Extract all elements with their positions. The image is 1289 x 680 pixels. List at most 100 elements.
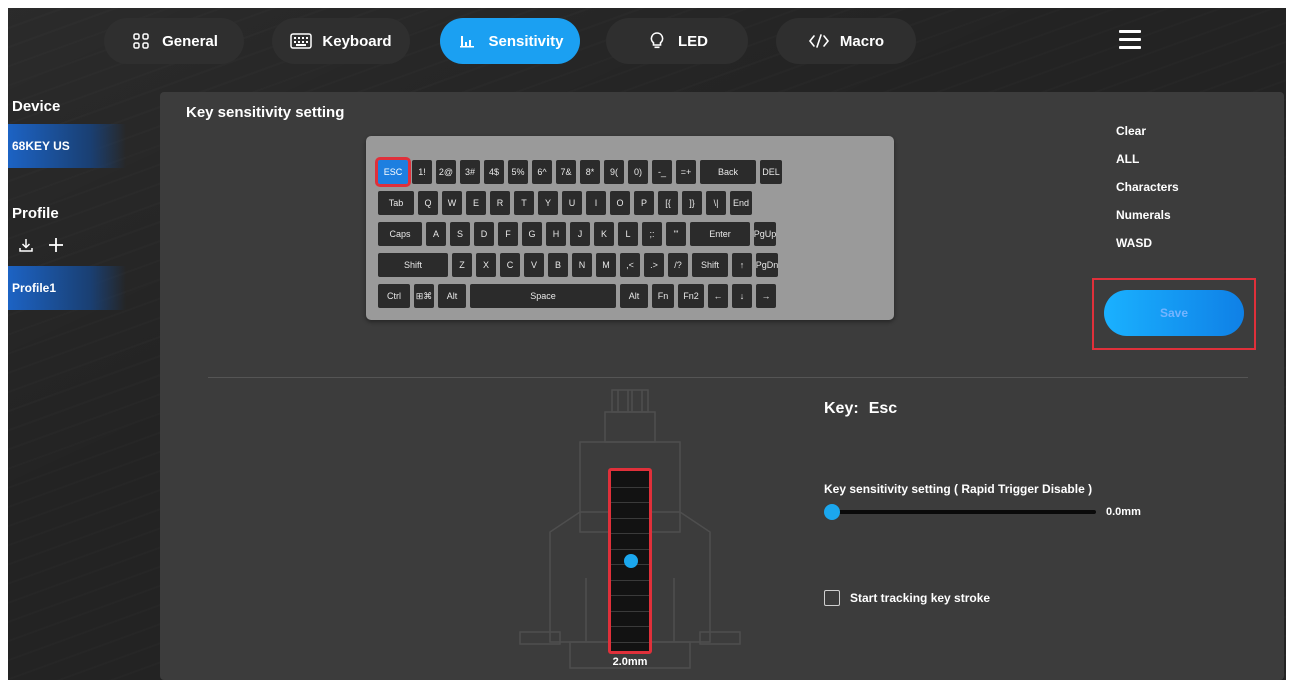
key-1-0[interactable]: Tab (378, 191, 414, 215)
key-0-3[interactable]: 3# (460, 160, 480, 184)
keyboard-layout: ESC 1! 2@ 3# 4$ 5% 6^ 7& 8* 9(0) -_ =+ Back DEL Tab Q W… (366, 136, 894, 320)
key-2-10[interactable]: ;: (642, 222, 662, 246)
sensitivity-slider[interactable] (824, 504, 1100, 520)
tracking-checkbox[interactable] (824, 590, 840, 606)
key-3-4[interactable]: V (524, 253, 544, 277)
key-0-5[interactable]: 5% (508, 160, 528, 184)
key-0-10[interactable]: 0) (628, 160, 648, 184)
key-3-12[interactable]: ↑ (732, 253, 752, 277)
key-1-2[interactable]: W (442, 191, 462, 215)
key-travel-track[interactable] (608, 468, 652, 654)
key-1-11[interactable]: [{ (658, 191, 678, 215)
key-3-8[interactable]: ,< (620, 253, 640, 277)
track-tick (611, 502, 649, 503)
key-3-0[interactable]: Shift (378, 253, 448, 277)
option-all[interactable]: ALL (1116, 150, 1179, 178)
tab-general[interactable]: General (104, 18, 244, 64)
hamburger-menu-icon[interactable] (1119, 30, 1141, 50)
key-3-9[interactable]: .> (644, 253, 664, 277)
key-0-4[interactable]: 4$ (484, 160, 504, 184)
key-2-11[interactable]: '" (666, 222, 686, 246)
key-2-2[interactable]: S (450, 222, 470, 246)
key-3-2[interactable]: X (476, 253, 496, 277)
key-3-11[interactable]: Shift (692, 253, 728, 277)
key-1-1[interactable]: Q (418, 191, 438, 215)
key-1-3[interactable]: E (466, 191, 486, 215)
key-4-2[interactable]: Alt (438, 284, 466, 308)
key-0-8[interactable]: 8* (580, 160, 600, 184)
profile-item-profile1[interactable]: Profile1 (8, 266, 126, 310)
key-1-12[interactable]: ]} (682, 191, 702, 215)
key-4-8[interactable]: ↓ (732, 284, 752, 308)
key-1-7[interactable]: U (562, 191, 582, 215)
key-2-5[interactable]: G (522, 222, 542, 246)
key-4-5[interactable]: Fn (652, 284, 674, 308)
key-0-7[interactable]: 7& (556, 160, 576, 184)
key-0-12[interactable]: =+ (676, 160, 696, 184)
key-2-3[interactable]: D (474, 222, 494, 246)
key-1-10[interactable]: P (634, 191, 654, 215)
key-2-9[interactable]: L (618, 222, 638, 246)
key-1-8[interactable]: I (586, 191, 606, 215)
tab-keyboard[interactable]: Keyboard (272, 18, 410, 64)
key-2-12[interactable]: Enter (690, 222, 750, 246)
option-wasd[interactable]: WASD (1116, 234, 1179, 262)
key-0-11[interactable]: -_ (652, 160, 672, 184)
track-tick (611, 626, 649, 627)
key-1-5[interactable]: T (514, 191, 534, 215)
key-2-0[interactable]: Caps (378, 222, 422, 246)
key-0-0[interactable]: ESC (375, 157, 411, 187)
tab-macro[interactable]: Macro (776, 18, 916, 64)
tab-led[interactable]: LED (606, 18, 748, 64)
key-1-4[interactable]: R (490, 191, 510, 215)
tab-sensitivity[interactable]: Sensitivity (440, 18, 580, 64)
key-1-14[interactable]: End (730, 191, 752, 215)
tab-keyboard-label: Keyboard (322, 32, 392, 50)
key-3-3[interactable]: C (500, 253, 520, 277)
sensitivity-slider-knob[interactable] (824, 504, 840, 520)
key-1-9[interactable]: O (610, 191, 630, 215)
tab-macro-label: Macro (839, 32, 885, 50)
key-4-7[interactable]: ← (708, 284, 728, 308)
key-3-7[interactable]: M (596, 253, 616, 277)
key-value: Esc (868, 400, 898, 417)
key-0-9[interactable]: 9( (604, 160, 624, 184)
key-3-10[interactable]: /? (668, 253, 688, 277)
key-4-6[interactable]: Fn2 (678, 284, 704, 308)
device-item-68key-us[interactable]: 68KEY US (8, 124, 126, 168)
key-travel-indicator[interactable] (624, 554, 638, 568)
profile-actions (18, 236, 64, 259)
download-icon[interactable] (18, 236, 34, 259)
key-0-2[interactable]: 2@ (436, 160, 456, 184)
key-3-5[interactable]: B (548, 253, 568, 277)
key-2-13[interactable]: PgUp (754, 222, 776, 246)
key-1-6[interactable]: Y (538, 191, 558, 215)
key-2-1[interactable]: A (426, 222, 446, 246)
track-tick (611, 533, 649, 534)
key-0-14[interactable]: DEL (760, 160, 782, 184)
sensitivity-panel: Key sensitivity setting ESC 1! 2@ 3# 4$ 5% 6^ 7… (160, 92, 1284, 680)
key-4-0[interactable]: Ctrl (378, 284, 410, 308)
key-0-6[interactable]: 6^ (532, 160, 552, 184)
key-0-1[interactable]: 1! (412, 160, 432, 184)
key-3-1[interactable]: Z (452, 253, 472, 277)
key-0-13[interactable]: Back (700, 160, 756, 184)
keyboard-row-2: Tab Q W E R T Y U I O P[{]} \| End (378, 191, 756, 215)
key-3-13[interactable]: PgDn (756, 253, 778, 277)
save-button[interactable]: Save (1104, 290, 1244, 336)
key-4-1[interactable]: ⊞⌘ (414, 284, 434, 308)
key-4-4[interactable]: Alt (620, 284, 648, 308)
key-2-7[interactable]: J (570, 222, 590, 246)
key-4-3[interactable]: Space (470, 284, 616, 308)
plus-icon[interactable] (48, 236, 64, 259)
option-characters[interactable]: Characters (1116, 178, 1179, 206)
key-1-13[interactable]: \| (706, 191, 726, 215)
option-clear[interactable]: Clear (1116, 122, 1179, 150)
sensitivity-value: 0.0mm (1106, 506, 1141, 518)
option-numerals[interactable]: Numerals (1116, 206, 1179, 234)
key-4-9[interactable]: → (756, 284, 776, 308)
key-2-4[interactable]: F (498, 222, 518, 246)
key-2-8[interactable]: K (594, 222, 614, 246)
key-3-6[interactable]: N (572, 253, 592, 277)
key-2-6[interactable]: H (546, 222, 566, 246)
